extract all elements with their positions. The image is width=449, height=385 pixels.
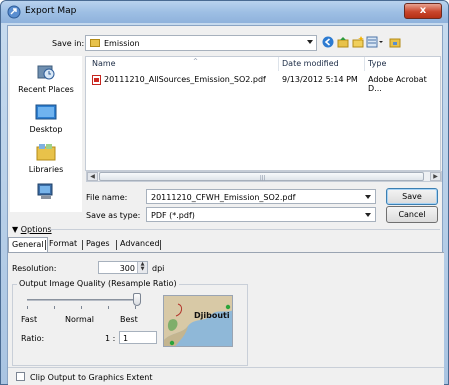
map-preview: Djibouti — [163, 295, 233, 347]
column-divider[interactable] — [278, 57, 279, 71]
slider-tick — [108, 306, 109, 309]
slider-tick — [135, 306, 136, 309]
file-name-input[interactable]: 20111210_CFWH_Emission_SO2.pdf — [146, 189, 376, 204]
dialog-client-area: Save in: Emission Recent Places Desktop … — [7, 25, 444, 385]
file-list[interactable]: Name ^ Date modified Type 20111210_AllSo… — [85, 56, 441, 171]
column-header-date-modified[interactable]: Date modified — [282, 59, 339, 68]
tab-format[interactable]: Format — [46, 237, 80, 252]
file-name-cell: 20111210_AllSources_Emission_SO2.pdf — [104, 75, 266, 84]
place-recent-places[interactable]: Recent Places — [12, 62, 80, 94]
file-row[interactable]: 20111210_AllSources_Emission_SO2.pdf 9/1… — [87, 73, 439, 93]
scroll-left-icon[interactable]: ◀ — [87, 172, 98, 181]
tab-pages[interactable]: Pages — [83, 237, 113, 252]
resolution-label: Resolution: — [12, 264, 57, 273]
file-type-cell: Adobe Acrobat D... — [368, 75, 427, 93]
output-quality-group: Output Image Quality (Resample Ratio) Fa… — [12, 279, 248, 366]
place-desktop[interactable]: Desktop — [12, 102, 80, 134]
new-folder-icon[interactable] — [352, 36, 364, 48]
title-bar: Export Map x — [1, 1, 448, 23]
save-in-dropdown[interactable]: Emission — [85, 35, 317, 51]
resolution-value: 300 — [119, 264, 135, 273]
save-in-value: Emission — [104, 39, 140, 48]
window-title: Export Map — [25, 6, 77, 16]
ratio-value: 1 — [123, 334, 129, 343]
clip-output-checkbox[interactable] — [16, 372, 25, 381]
save-in-label: Save in: — [52, 39, 85, 48]
options-toggle-label[interactable]: ▼ Options — [12, 225, 52, 234]
general-tab-panel: Resolution: 300 ▲ ▼ dpi Output Image Qual… — [8, 252, 444, 367]
recent-places-icon — [37, 65, 55, 80]
quality-slider-thumb[interactable] — [133, 293, 141, 306]
map-preview-image: Djibouti — [164, 296, 232, 346]
up-folder-icon[interactable] — [337, 36, 349, 48]
tab-general[interactable]: General — [8, 237, 48, 253]
resolution-unit: dpi — [152, 264, 165, 273]
file-date-cell: 9/13/2012 5:14 PM — [282, 75, 358, 84]
close-button[interactable]: x — [404, 3, 442, 19]
slider-tick — [81, 306, 82, 309]
place-label: Recent Places — [18, 85, 74, 94]
options-tabs: General Format Pages Advanced — [8, 237, 444, 253]
quality-label-fast: Fast — [21, 315, 38, 324]
places-bar: Recent Places Desktop Libraries — [10, 56, 82, 212]
save-button[interactable]: Save — [386, 188, 438, 205]
save-as-type-label: Save as type: — [86, 211, 141, 220]
sort-ascending-icon: ^ — [193, 58, 199, 65]
pdf-file-icon — [92, 75, 101, 85]
place-label: Libraries — [28, 165, 64, 174]
back-icon[interactable] — [322, 36, 334, 48]
column-divider[interactable] — [364, 57, 365, 71]
grip-icon: ||| — [260, 175, 266, 181]
place-computer[interactable] — [12, 182, 80, 205]
scrollbar-thumb[interactable]: ||| — [99, 172, 424, 181]
horizontal-scrollbar[interactable]: ◀ ||| ▶ — [86, 171, 442, 182]
chevron-down-icon — [365, 213, 371, 217]
tab-separator — [160, 240, 161, 250]
quality-label-normal: Normal — [65, 315, 94, 324]
ratio-input[interactable]: 1 — [119, 331, 157, 344]
export-map-window: Export Map x Save in: Emission Recent Pl… — [0, 0, 449, 385]
clip-output-label[interactable]: Clip Output to Graphics Extent — [30, 373, 152, 382]
slider-tick — [54, 306, 55, 309]
chevron-down-icon — [365, 195, 371, 199]
clip-output-bar: Clip Output to Graphics Extent — [8, 367, 444, 385]
resolution-spinner[interactable]: 300 ▲ ▼ — [98, 261, 148, 274]
scroll-right-icon[interactable]: ▶ — [430, 172, 441, 181]
map-preview-label: Djibouti — [194, 311, 230, 320]
slider-tick — [27, 306, 28, 309]
column-header-type[interactable]: Type — [368, 59, 386, 68]
save-as-type-dropdown[interactable]: PDF (*.pdf) — [146, 207, 376, 222]
file-name-label: File name: — [86, 193, 128, 202]
folder-icon — [90, 39, 100, 47]
file-name-value: 20111210_CFWH_Emission_SO2.pdf — [151, 193, 296, 202]
cancel-button[interactable]: Cancel — [386, 206, 438, 223]
options-label: Options — [20, 225, 52, 234]
spinner-arrows-icon[interactable]: ▲ ▼ — [137, 262, 147, 273]
views-menu-icon[interactable] — [366, 36, 384, 48]
place-label: Desktop — [29, 125, 63, 134]
quality-slider-track[interactable] — [27, 299, 135, 301]
export-map-icon — [7, 5, 21, 19]
tab-advanced[interactable]: Advanced — [117, 237, 163, 252]
output-quality-title: Output Image Quality (Resample Ratio) — [17, 279, 179, 288]
ratio-label: Ratio: — [21, 334, 45, 343]
libraries-icon — [36, 144, 56, 161]
connect-folder-icon[interactable] — [389, 36, 401, 48]
quality-label-best: Best — [120, 315, 138, 324]
chevron-down-icon — [307, 40, 313, 44]
column-header-name[interactable]: Name — [92, 59, 116, 68]
options-expander[interactable]: ▼ Options — [10, 224, 442, 236]
options-divider — [50, 229, 440, 230]
save-as-type-value: PDF (*.pdf) — [151, 211, 195, 220]
ratio-prefix: 1 : — [105, 334, 116, 343]
desktop-icon — [35, 104, 57, 120]
place-libraries[interactable]: Libraries — [12, 142, 80, 174]
computer-icon — [37, 183, 53, 199]
